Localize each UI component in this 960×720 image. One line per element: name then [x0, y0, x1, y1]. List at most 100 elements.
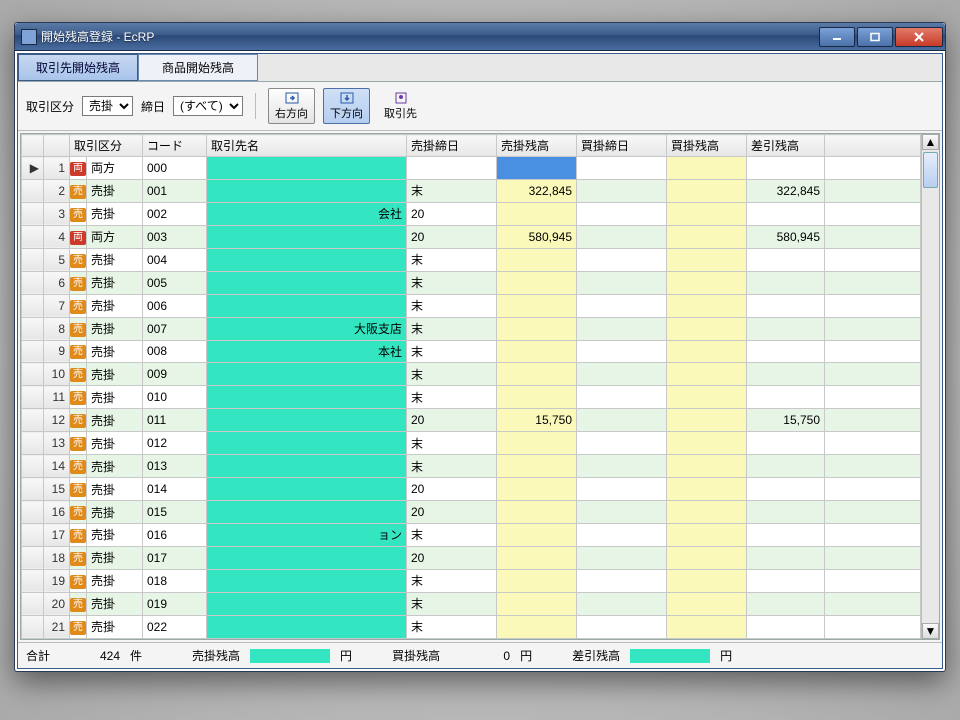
ur-bal-cell[interactable]: 322,845 [497, 179, 577, 202]
ka-due-cell[interactable] [577, 592, 667, 615]
code-cell[interactable]: 003 [143, 225, 207, 248]
ur-bal-cell[interactable] [497, 455, 577, 478]
tab-product-balance[interactable]: 商品開始残高 [138, 54, 258, 81]
row-selector[interactable] [22, 478, 44, 501]
name-cell[interactable]: 会社 [207, 202, 407, 225]
scroll-thumb[interactable] [923, 152, 938, 188]
row-selector[interactable] [22, 271, 44, 294]
ur-bal-cell[interactable] [497, 157, 577, 180]
code-cell[interactable]: 006 [143, 294, 207, 317]
row-selector[interactable] [22, 592, 44, 615]
row-selector[interactable]: ▶ [22, 157, 44, 180]
right-direction-button[interactable]: 右方向 [268, 88, 315, 124]
ur-bal-cell[interactable] [497, 248, 577, 271]
table-row[interactable]: 11売売掛010末 [22, 386, 921, 409]
code-cell[interactable]: 017 [143, 546, 207, 569]
row-selector[interactable] [22, 524, 44, 547]
name-cell[interactable] [207, 569, 407, 592]
ka-bal-cell[interactable] [667, 271, 747, 294]
ur-due-cell[interactable]: 末 [407, 455, 497, 478]
scroll-track[interactable] [922, 150, 939, 623]
table-row[interactable]: 4両両方00320580,945580,945 [22, 225, 921, 248]
col-code[interactable]: コード [143, 135, 207, 157]
col-name[interactable]: 取引先名 [207, 135, 407, 157]
ur-bal-cell[interactable] [497, 524, 577, 547]
ka-bal-cell[interactable] [667, 524, 747, 547]
name-cell[interactable] [207, 432, 407, 455]
table-row[interactable]: 6売売掛005末 [22, 271, 921, 294]
ur-due-cell[interactable]: 20 [407, 225, 497, 248]
row-selector[interactable] [22, 546, 44, 569]
ka-due-cell[interactable] [577, 202, 667, 225]
table-row[interactable]: 16売売掛01520 [22, 501, 921, 524]
name-cell[interactable] [207, 157, 407, 180]
minimize-button[interactable] [819, 27, 855, 47]
code-cell[interactable]: 022 [143, 615, 207, 638]
ka-due-cell[interactable] [577, 294, 667, 317]
ka-due-cell[interactable] [577, 409, 667, 432]
ur-bal-cell[interactable] [497, 432, 577, 455]
ka-bal-cell[interactable] [667, 615, 747, 638]
row-selector[interactable] [22, 179, 44, 202]
ur-due-cell[interactable]: 末 [407, 432, 497, 455]
ur-due-cell[interactable]: 20 [407, 202, 497, 225]
table-row[interactable]: 2売売掛001末322,845322,845 [22, 179, 921, 202]
table-row[interactable]: 9売売掛008本社末 [22, 340, 921, 363]
row-selector[interactable] [22, 202, 44, 225]
table-row[interactable]: 18売売掛01720 [22, 546, 921, 569]
scroll-down-icon[interactable]: ▼ [922, 623, 939, 639]
ur-bal-cell[interactable] [497, 546, 577, 569]
ka-due-cell[interactable] [577, 248, 667, 271]
titlebar[interactable]: 開始残高登録 - EcRP [15, 23, 945, 51]
ka-bal-cell[interactable] [667, 478, 747, 501]
ur-due-cell[interactable]: 末 [407, 271, 497, 294]
ur-bal-cell[interactable] [497, 271, 577, 294]
col-ur-due[interactable]: 売掛締日 [407, 135, 497, 157]
due-select[interactable]: (すべて) [173, 96, 243, 116]
ka-due-cell[interactable] [577, 271, 667, 294]
table-row[interactable]: 10売売掛009末 [22, 363, 921, 386]
code-cell[interactable]: 004 [143, 248, 207, 271]
ur-bal-cell[interactable] [497, 386, 577, 409]
ka-bal-cell[interactable] [667, 363, 747, 386]
name-cell[interactable]: ョン [207, 524, 407, 547]
table-row[interactable]: 5売売掛004末 [22, 248, 921, 271]
ur-due-cell[interactable]: 末 [407, 363, 497, 386]
ka-bal-cell[interactable] [667, 179, 747, 202]
name-cell[interactable] [207, 615, 407, 638]
name-cell[interactable] [207, 363, 407, 386]
name-cell[interactable] [207, 179, 407, 202]
ka-bal-cell[interactable] [667, 455, 747, 478]
code-cell[interactable]: 010 [143, 386, 207, 409]
ka-bal-cell[interactable] [667, 294, 747, 317]
ka-bal-cell[interactable] [667, 592, 747, 615]
col-type[interactable]: 取引区分 [70, 135, 143, 157]
code-cell[interactable]: 016 [143, 524, 207, 547]
ur-bal-cell[interactable] [497, 501, 577, 524]
row-selector[interactable] [22, 409, 44, 432]
name-cell[interactable] [207, 271, 407, 294]
col-sel[interactable] [44, 135, 70, 157]
tab-partner-balance[interactable]: 取引先開始残高 [18, 54, 138, 81]
code-cell[interactable]: 013 [143, 455, 207, 478]
table-row[interactable]: 14売売掛013末 [22, 455, 921, 478]
ur-bal-cell[interactable] [497, 592, 577, 615]
balance-grid[interactable]: 取引区分 コード 取引先名 売掛締日 売掛残高 買掛締日 買掛残高 差引残高 ▶… [21, 134, 921, 639]
ur-bal-cell[interactable] [497, 478, 577, 501]
table-row[interactable]: 21売売掛022末 [22, 615, 921, 638]
ka-due-cell[interactable] [577, 179, 667, 202]
name-cell[interactable] [207, 455, 407, 478]
table-row[interactable]: 12売売掛0112015,75015,750 [22, 409, 921, 432]
ka-due-cell[interactable] [577, 157, 667, 180]
maximize-button[interactable] [857, 27, 893, 47]
row-selector[interactable] [22, 455, 44, 478]
code-cell[interactable]: 000 [143, 157, 207, 180]
vertical-scrollbar[interactable]: ▲ ▼ [921, 134, 939, 639]
ur-bal-cell[interactable] [497, 202, 577, 225]
ur-due-cell[interactable]: 20 [407, 478, 497, 501]
row-selector[interactable] [22, 386, 44, 409]
ur-due-cell[interactable]: 末 [407, 592, 497, 615]
ka-due-cell[interactable] [577, 524, 667, 547]
ka-due-cell[interactable] [577, 546, 667, 569]
code-cell[interactable]: 011 [143, 409, 207, 432]
